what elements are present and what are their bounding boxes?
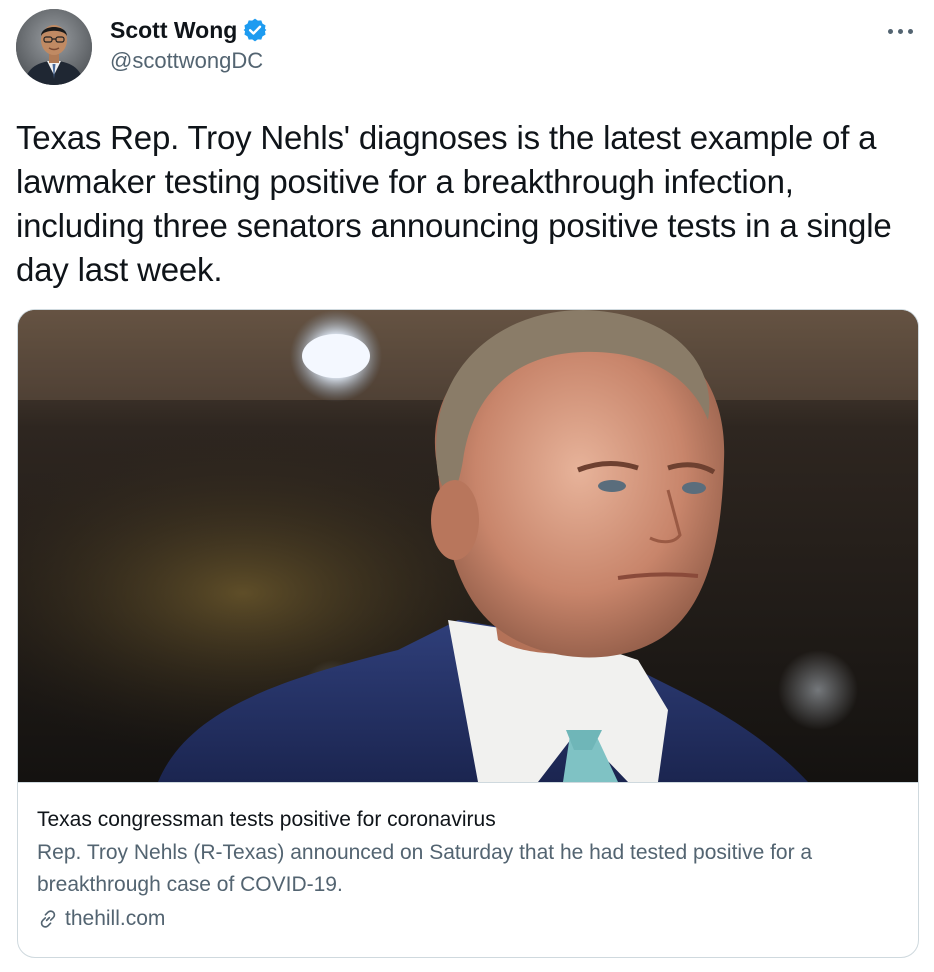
- card-title[interactable]: Texas congressman tests positive for cor…: [37, 805, 899, 835]
- tweet: Scott Wong @scottwongDC Texas Rep. Troy …: [0, 0, 934, 972]
- link-icon: [37, 908, 59, 930]
- verified-badge-icon: [242, 17, 268, 43]
- author-name[interactable]: Scott Wong: [110, 17, 237, 44]
- author-handle[interactable]: @scottwongDC: [110, 48, 268, 74]
- author-info: Scott Wong @scottwongDC: [110, 14, 268, 74]
- link-card[interactable]: Texas congressman tests positive for cor…: [17, 309, 919, 958]
- author-avatar[interactable]: [16, 9, 92, 85]
- card-domain-row: thehill.com: [37, 904, 899, 934]
- card-description: Rep. Troy Nehls (R-Texas) announced on S…: [37, 841, 813, 896]
- author-name-row: Scott Wong: [110, 14, 268, 46]
- more-options-icon[interactable]: [886, 20, 916, 40]
- card-image[interactable]: [18, 310, 918, 782]
- tweet-text: Texas Rep. Troy Nehls' diagnoses is the …: [16, 119, 892, 288]
- card-domain: thehill.com: [65, 907, 166, 930]
- card-body[interactable]: Texas congressman tests positive for cor…: [18, 782, 918, 957]
